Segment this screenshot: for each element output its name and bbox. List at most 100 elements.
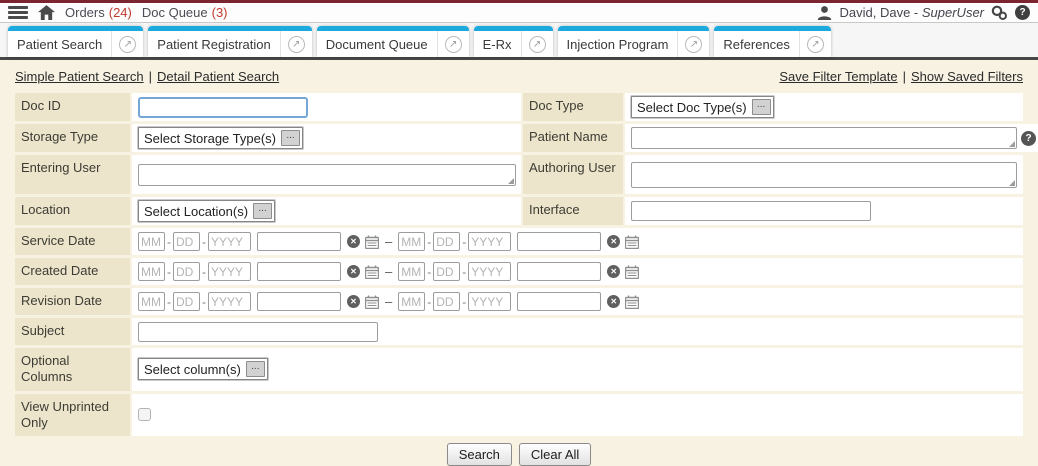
revision-date-to-mm-input[interactable] bbox=[398, 292, 425, 311]
tab-label: E-Rx bbox=[474, 37, 521, 52]
date-dash: - bbox=[167, 265, 171, 279]
created-date-from-yyyy-input[interactable] bbox=[208, 262, 251, 281]
doc-id-input[interactable] bbox=[138, 97, 308, 118]
storage-type-select[interactable]: Select Storage Type(s) ... bbox=[138, 127, 303, 149]
date-dash: - bbox=[202, 235, 206, 249]
date-dash: - bbox=[427, 235, 431, 249]
show-saved-filters-link[interactable]: Show Saved Filters bbox=[911, 69, 1023, 84]
user-name: David, Dave - bbox=[839, 5, 918, 20]
tab-e-rx[interactable]: E-Rx ↗ bbox=[474, 26, 553, 57]
clear-date-icon[interactable]: ✕ bbox=[607, 235, 620, 248]
doc-type-select[interactable]: Select Doc Type(s) ... bbox=[631, 96, 774, 118]
nav-orders[interactable]: Orders (24) bbox=[65, 5, 132, 20]
tab-document-queue[interactable]: Document Queue ↗ bbox=[317, 26, 469, 57]
service-date-to-dd-input[interactable] bbox=[433, 232, 460, 251]
clear-date-icon[interactable]: ✕ bbox=[347, 235, 360, 248]
calendar-icon[interactable] bbox=[365, 235, 379, 249]
created-date-to-time-input[interactable] bbox=[517, 262, 601, 281]
calendar-icon[interactable] bbox=[625, 295, 639, 309]
authoring-user-label: Authoring User bbox=[523, 155, 623, 194]
subject-input[interactable] bbox=[138, 322, 378, 342]
service-date-to-mm-input[interactable] bbox=[398, 232, 425, 251]
revision-date-to-time-input[interactable] bbox=[517, 292, 601, 311]
tab-patient-search[interactable]: Patient Search ↗ bbox=[8, 26, 143, 57]
calendar-icon[interactable] bbox=[625, 235, 639, 249]
search-button[interactable]: Search bbox=[447, 443, 512, 466]
service-date-from-mm-input[interactable] bbox=[138, 232, 165, 251]
home-icon[interactable] bbox=[38, 5, 55, 20]
created-date-to-mm-input[interactable] bbox=[398, 262, 425, 281]
service-date-to-time-input[interactable] bbox=[517, 232, 601, 251]
revision-date-from-mm-input[interactable] bbox=[138, 292, 165, 311]
service-date-from-dd-input[interactable] bbox=[173, 232, 200, 251]
tab-label: Injection Program bbox=[558, 37, 678, 52]
tab-divider bbox=[521, 31, 522, 57]
created-date-from-dd-input[interactable] bbox=[173, 262, 200, 281]
service-date-to-yyyy-input[interactable] bbox=[468, 232, 511, 251]
revision-date-to-dd-input[interactable] bbox=[433, 292, 460, 311]
clear-all-button[interactable]: Clear All bbox=[519, 443, 591, 466]
date-range-separator: – bbox=[385, 234, 392, 249]
nav-orders-label: Orders bbox=[65, 5, 105, 20]
location-select[interactable]: Select Location(s) ... bbox=[138, 200, 275, 222]
open-in-window-icon[interactable]: ↗ bbox=[445, 36, 462, 53]
nav-doc-queue[interactable]: Doc Queue (3) bbox=[142, 5, 228, 20]
hamburger-menu-icon[interactable] bbox=[8, 4, 28, 21]
tab-divider bbox=[437, 31, 438, 57]
revision-date-from-yyyy-input[interactable] bbox=[208, 292, 251, 311]
tab-patient-registration[interactable]: Patient Registration ↗ bbox=[148, 26, 311, 57]
user-icon bbox=[817, 5, 832, 20]
doc-type-ellipsis-button[interactable]: ... bbox=[752, 99, 771, 115]
created-date-to-yyyy-input[interactable] bbox=[468, 262, 511, 281]
created-date-from-time-input[interactable] bbox=[257, 262, 341, 281]
revision-date-from-time-input[interactable] bbox=[257, 292, 341, 311]
detail-patient-search-link[interactable]: Detail Patient Search bbox=[157, 69, 279, 84]
authoring-user-input[interactable] bbox=[631, 162, 1017, 188]
simple-patient-search-link[interactable]: Simple Patient Search bbox=[15, 69, 144, 84]
open-in-window-icon[interactable]: ↗ bbox=[807, 36, 824, 53]
save-filter-template-link[interactable]: Save Filter Template bbox=[779, 69, 897, 84]
open-in-window-icon[interactable]: ↗ bbox=[529, 36, 546, 53]
date-dash: - bbox=[462, 295, 466, 309]
tab-injection-program[interactable]: Injection Program ↗ bbox=[558, 26, 710, 57]
revision-date-from-dd-input[interactable] bbox=[173, 292, 200, 311]
clear-date-icon[interactable]: ✕ bbox=[607, 295, 620, 308]
date-range-separator: – bbox=[385, 264, 392, 279]
tab-references[interactable]: References ↗ bbox=[714, 26, 830, 57]
clear-date-icon[interactable]: ✕ bbox=[607, 265, 620, 278]
calendar-icon[interactable] bbox=[365, 265, 379, 279]
top-bar: Orders (24) Doc Queue (3) David, Dave - … bbox=[0, 0, 1038, 23]
location-ellipsis-button[interactable]: ... bbox=[253, 203, 272, 219]
help-icon[interactable]: ? bbox=[1015, 5, 1030, 20]
created-date-to-dd-input[interactable] bbox=[433, 262, 460, 281]
tab-label: Patient Search bbox=[8, 37, 111, 52]
entering-user-input[interactable] bbox=[138, 164, 516, 186]
optional-columns-ellipsis-button[interactable]: ... bbox=[246, 361, 265, 377]
user-menu[interactable]: David, Dave - SuperUser bbox=[839, 5, 984, 20]
revision-date-to-yyyy-input[interactable] bbox=[468, 292, 511, 311]
date-dash: - bbox=[167, 235, 171, 249]
open-in-window-icon[interactable]: ↗ bbox=[685, 36, 702, 53]
clear-date-icon[interactable]: ✕ bbox=[347, 295, 360, 308]
interface-label: Interface bbox=[523, 197, 623, 225]
optional-columns-select[interactable]: Select column(s) ... bbox=[138, 358, 268, 380]
view-unprinted-only-checkbox[interactable] bbox=[138, 408, 151, 421]
interface-input[interactable] bbox=[631, 201, 871, 221]
service-date-from-yyyy-input[interactable] bbox=[208, 232, 251, 251]
nav-doc-queue-label: Doc Queue bbox=[142, 5, 208, 20]
storage-type-ellipsis-button[interactable]: ... bbox=[281, 130, 300, 146]
open-in-window-icon[interactable]: ↗ bbox=[119, 36, 136, 53]
link-icon[interactable] bbox=[991, 5, 1008, 20]
clear-date-icon[interactable]: ✕ bbox=[347, 265, 360, 278]
tab-divider bbox=[280, 31, 281, 57]
user-role: SuperUser bbox=[922, 5, 984, 20]
patient-name-help-icon[interactable]: ? bbox=[1021, 131, 1036, 146]
view-unprinted-only-label: View Unprinted Only bbox=[15, 394, 130, 437]
calendar-icon[interactable] bbox=[365, 295, 379, 309]
open-in-window-icon[interactable]: ↗ bbox=[288, 36, 305, 53]
created-date-from-mm-input[interactable] bbox=[138, 262, 165, 281]
patient-name-input[interactable] bbox=[631, 127, 1017, 149]
doc-id-label: Doc ID bbox=[15, 93, 130, 121]
calendar-icon[interactable] bbox=[625, 265, 639, 279]
service-date-from-time-input[interactable] bbox=[257, 232, 341, 251]
